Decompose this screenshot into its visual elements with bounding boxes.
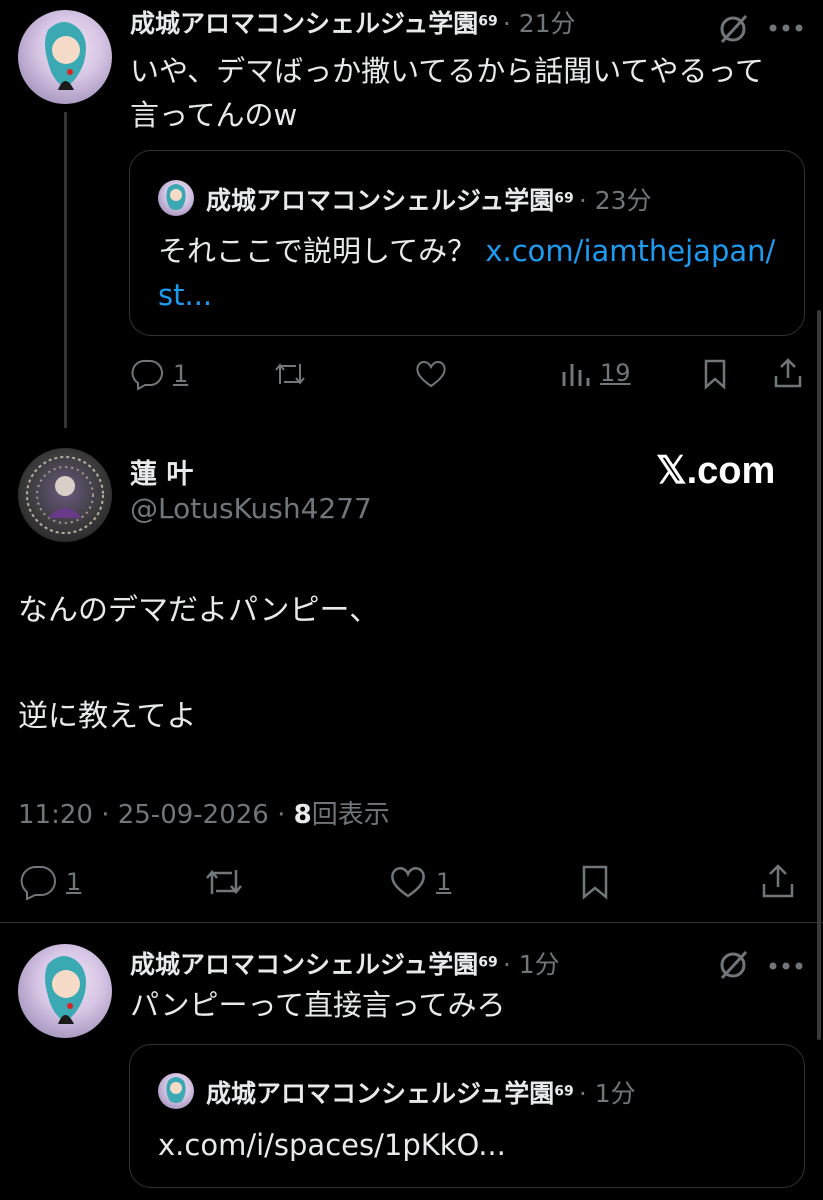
share-icon	[762, 864, 794, 898]
avatar[interactable]	[18, 448, 112, 542]
author-name[interactable]: 蓮 叶	[130, 452, 193, 491]
like-count: 1	[436, 868, 452, 896]
bookmark-button[interactable]	[700, 358, 730, 390]
share-icon	[774, 358, 802, 388]
views-button[interactable]: 19	[560, 358, 631, 388]
more-icon[interactable]	[768, 18, 804, 37]
author-badge: 69	[478, 13, 498, 30]
author-handle[interactable]: @LotusKush4277	[130, 492, 372, 525]
timestamp-text[interactable]: 11:20 · 25-09-2026 ·	[18, 800, 285, 830]
bookmark-icon	[704, 359, 726, 390]
like-button[interactable]	[413, 358, 449, 390]
bookmark-button[interactable]	[578, 864, 612, 900]
heart-icon	[416, 361, 446, 388]
thread-line	[64, 112, 67, 428]
views-count: 19	[600, 359, 631, 387]
views-icon	[562, 364, 590, 386]
avatar-image	[45, 21, 86, 90]
share-button[interactable]	[760, 862, 796, 900]
quote-author-badge: 69	[554, 1083, 574, 1100]
tweet-text: いや、デマばっか撒いてるから話聞いてやるって 言ってんのw	[130, 49, 764, 137]
reply-count: 1	[173, 360, 189, 388]
reply-count: 1	[66, 868, 82, 896]
tweet-header: 成城アロマコンシェルジュ学園69 · 21分	[130, 4, 576, 40]
tweet-header: 成城アロマコンシェルジュ学園69 · 1分	[130, 945, 560, 981]
scrollbar[interactable]	[817, 310, 821, 1040]
view-label: 回表示	[311, 800, 390, 830]
author-badge: 69	[478, 954, 498, 971]
x-brand-logo: 𝕏.com	[656, 450, 776, 492]
tweet-text-line: なんのデマだよパンピー、	[18, 593, 380, 628]
tweet-text-line: パンピーって直接言ってみろ	[130, 988, 506, 1022]
grok-icon[interactable]	[716, 12, 750, 50]
tweet-timestamp: 11:20 · 25-09-2026 · 8回表示	[18, 794, 390, 831]
quote-author-name: 成城アロマコンシェルジュ学園	[206, 186, 555, 215]
quote-author-badge: 69	[554, 190, 574, 207]
reply-button[interactable]: 1	[20, 864, 81, 900]
retweet-button[interactable]	[202, 864, 246, 900]
retweet-icon	[275, 363, 305, 385]
heart-icon	[391, 867, 425, 898]
tweet-text-line: 言ってんのw	[130, 98, 298, 132]
bookmark-icon	[582, 865, 608, 900]
reply-icon	[131, 359, 163, 390]
quote-time: · 1分	[578, 1079, 636, 1108]
quote-link-cont[interactable]: st...	[158, 278, 212, 312]
avatar[interactable]	[18, 10, 112, 104]
quote-avatar	[158, 180, 194, 216]
quoted-tweet[interactable]: 成城アロマコンシェルジュ学園69 · 1分 x.com/i/spaces/1pK…	[129, 1044, 805, 1188]
retweet-button[interactable]	[272, 358, 308, 390]
grok-icon[interactable]	[716, 948, 750, 986]
tweet-text-line: いや、デマばっか撒いてるから話聞いてやるって	[130, 54, 764, 88]
quoted-tweet[interactable]: 成城アロマコンシェルジュ学園69 · 23分 それここで説明してみ？ x.com…	[129, 150, 805, 336]
reply-icon	[20, 865, 56, 900]
divider	[0, 922, 823, 923]
quote-text: それここで説明してみ？ x.com/iamthejapan/ st...	[158, 229, 788, 317]
quote-link[interactable]: x.com/i/spaces/1pKkO...	[158, 1123, 506, 1167]
tweet-text-line: 逆に教えてよ	[18, 699, 197, 734]
quote-avatar	[158, 1073, 194, 1109]
tweet-time[interactable]: · 1分	[503, 950, 560, 979]
quote-author-name: 成城アロマコンシェルジュ学園	[206, 1079, 555, 1108]
author-name[interactable]: 成城アロマコンシェルジュ学園	[130, 950, 478, 979]
quote-time: · 23分	[578, 186, 652, 215]
quote-header: 成城アロマコンシェルジュ学園69 · 1分	[206, 1074, 636, 1110]
avatar[interactable]	[18, 944, 112, 1038]
quote-text-body: それここで説明してみ？	[158, 234, 477, 268]
avatar-image	[45, 955, 86, 1024]
like-button[interactable]: 1	[388, 864, 451, 900]
avatar-image	[26, 456, 104, 534]
share-button[interactable]	[772, 356, 804, 390]
quote-link[interactable]: x.com/iamthejapan/	[485, 234, 775, 268]
author-name[interactable]: 成城アロマコンシェルジュ学園	[130, 9, 478, 38]
view-count: 8	[293, 800, 312, 830]
tweet-time[interactable]: · 21分	[503, 9, 576, 38]
reply-button[interactable]: 1	[131, 358, 188, 390]
retweet-icon	[206, 870, 242, 894]
more-icon[interactable]	[768, 956, 804, 975]
quote-header: 成城アロマコンシェルジュ学園69 · 23分	[206, 181, 652, 217]
